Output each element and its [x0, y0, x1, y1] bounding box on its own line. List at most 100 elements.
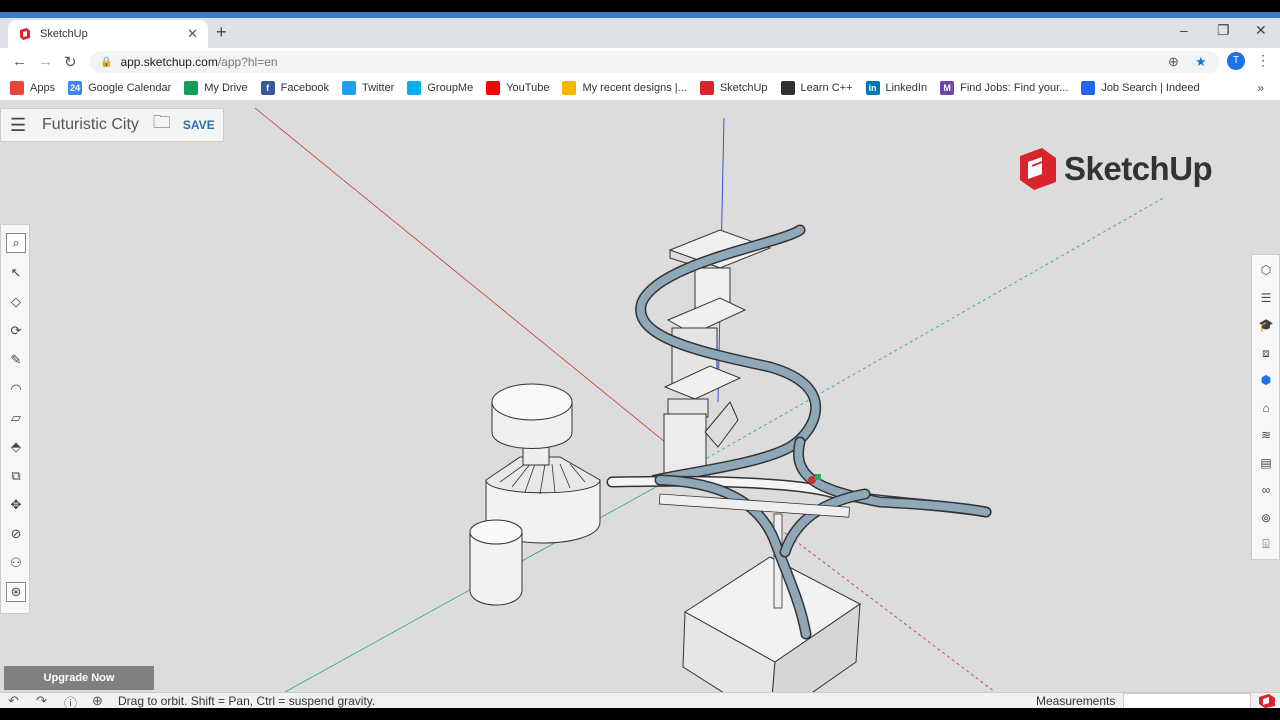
arc-icon[interactable]: ◠ [6, 379, 26, 399]
sketchup-status-icon[interactable] [1258, 693, 1276, 708]
bookmark-item[interactable]: f Facebook [260, 81, 329, 95]
tab-title: SketchUp [40, 28, 88, 40]
bookmark-label: Learn C++ [800, 82, 853, 94]
restore-icon[interactable]: ❐ [1217, 22, 1230, 39]
bookmark-label: Job Search | Indeed [1101, 82, 1200, 94]
help-icon[interactable]: ⓘ [64, 693, 77, 708]
reload-icon[interactable]: ↻ [64, 53, 77, 71]
bookmark-item[interactable]: My recent designs |... [562, 81, 687, 95]
entity-info-icon[interactable]: ⬡ [1257, 261, 1275, 279]
rectangle-icon[interactable]: ▱ [6, 408, 26, 428]
document-header: ☰ Futuristic City 🗀 SAVE [0, 108, 224, 142]
materials-icon[interactable]: ⬢ [1257, 371, 1275, 389]
layers-icon[interactable]: ≋ [1257, 426, 1275, 444]
document-title[interactable]: Futuristic City [42, 116, 139, 134]
forward-icon[interactable]: → [38, 53, 53, 70]
sketchup-logo-icon [1020, 148, 1056, 190]
more-bookmarks-icon[interactable]: » [1257, 81, 1264, 95]
sketchup-logo: SketchUp [1018, 146, 1213, 192]
folder-icon[interactable]: 🗀 [153, 110, 171, 140]
address-row: ← → ↻ 🔒 app.sketchup.com/app?hl=en ⊕ ★ T… [0, 48, 1280, 76]
redo-icon[interactable]: ↷ [36, 693, 47, 708]
menu-icon[interactable]: ☰ [10, 115, 26, 136]
url-path: /app?hl=en [217, 55, 278, 69]
bookmark-item[interactable]: SketchUp [699, 81, 768, 95]
groupme-icon [407, 81, 422, 95]
address-bar[interactable]: 🔒 app.sketchup.com/app?hl=en [90, 51, 1220, 73]
back-icon[interactable]: ← [12, 53, 27, 70]
undo-icon[interactable]: ↶ [8, 693, 19, 708]
axis-gizmo [815, 474, 821, 480]
walk-icon[interactable]: ⚇ [6, 553, 26, 573]
round-building[interactable] [485, 383, 601, 544]
bookmark-label: My Drive [204, 82, 248, 94]
youtube-icon [486, 81, 501, 95]
extensions-icon[interactable]: ⌹ [1257, 535, 1275, 553]
bookmark-item[interactable]: Twitter [341, 81, 395, 95]
move-icon[interactable]: ✥ [6, 495, 26, 515]
tab-bar: SketchUp ✕ + – ❐ ✕ [0, 18, 1280, 48]
base-cube[interactable] [682, 556, 861, 692]
offset-icon[interactable]: ⧉ [6, 466, 26, 486]
sketchup-favicon-icon [20, 28, 30, 40]
save-button[interactable]: SAVE [183, 118, 215, 132]
pencil-icon[interactable]: ✎ [6, 350, 26, 370]
components-icon[interactable]: ⧈ [1257, 344, 1275, 362]
left-toolbar: ⌕ ↖ ◇ ⟳ ✎ ◠ ▱ ⬘ ⧉ ✥ ⊘ ⚇ ⊛ [0, 224, 30, 614]
browser-tab[interactable]: SketchUp ✕ [8, 20, 208, 48]
close-tab-icon[interactable]: ✕ [187, 26, 198, 42]
browser-menu-icon[interactable]: ⋮ [1256, 52, 1270, 69]
styles-icon[interactable]: ⌂ [1257, 399, 1275, 417]
bookmarks-bar: Apps 24 Google Calendar My Drive f Facebook Tw… [0, 76, 1280, 101]
cylinder-building[interactable] [469, 519, 523, 606]
bookmark-label: Find Jobs: Find your... [960, 82, 1069, 94]
measurements-input[interactable] [1123, 693, 1251, 708]
sketchup-icon [699, 81, 714, 95]
bookmark-item[interactable]: My Drive [184, 81, 248, 95]
add-icon[interactable]: ⊕ [1168, 54, 1179, 70]
linkedin-icon: in [865, 81, 880, 95]
bookmark-item[interactable]: GroupMe [407, 81, 473, 95]
twitter-icon [341, 81, 356, 95]
push-pull-icon[interactable]: ⬘ [6, 437, 26, 457]
globe-icon[interactable]: ⊕ [92, 693, 103, 708]
bookmark-item[interactable]: YouTube [486, 81, 549, 95]
bookmark-item[interactable]: 24 Google Calendar [68, 81, 171, 95]
solar-inspector-icon[interactable]: ⊚ [1257, 509, 1275, 527]
bookmark-item[interactable]: M Find Jobs: Find your... [940, 81, 1068, 95]
bookmark-label: Apps [30, 82, 56, 94]
selection-marker [808, 476, 816, 484]
paint-bucket-icon[interactable]: ⟳ [6, 321, 26, 341]
right-toolbar: ⬡ ☰ 🎓 ⧈ ⬢ ⌂ ≋ ▤ ∞ ⊚ ⌹ [1251, 254, 1280, 560]
indeed-icon [1081, 81, 1096, 95]
bookmark-label: My recent designs |... [582, 82, 687, 94]
scenes-icon[interactable]: ▤ [1257, 454, 1275, 472]
bookmark-item[interactable]: Apps [10, 81, 55, 95]
tape-measure-icon[interactable]: ⊘ [6, 524, 26, 544]
new-tab-icon[interactable]: + [216, 22, 227, 43]
profile-avatar[interactable]: T [1227, 52, 1245, 70]
outliner-icon[interactable]: ☰ [1257, 289, 1275, 307]
close-window-icon[interactable]: ✕ [1255, 22, 1267, 39]
select-arrow-icon[interactable]: ↖ [6, 263, 26, 283]
bookmark-star-icon[interactable]: ★ [1195, 54, 1207, 70]
url-host: app.sketchup.com [120, 55, 218, 69]
eraser-icon[interactable]: ◇ [6, 292, 26, 312]
apps-grid-icon [10, 81, 24, 95]
monster-icon: M [940, 81, 955, 95]
drive-icon [184, 81, 199, 95]
logo-text: SketchUp [1064, 150, 1213, 187]
bookmark-label: Twitter [361, 82, 395, 94]
minimize-icon[interactable]: – [1180, 22, 1188, 38]
display-icon[interactable]: ∞ [1257, 481, 1275, 499]
lock-icon: 🔒 [100, 56, 113, 68]
bookmark-item[interactable]: in LinkedIn [865, 81, 927, 95]
upgrade-button[interactable]: Upgrade Now [4, 666, 154, 690]
bookmark-item[interactable]: Job Search | Indeed [1081, 81, 1200, 95]
search-icon[interactable]: ⌕ [6, 233, 26, 253]
orbit-icon[interactable]: ⊛ [6, 582, 26, 602]
instructor-icon[interactable]: 🎓 [1257, 316, 1275, 334]
cpp-icon [780, 81, 795, 95]
modeling-viewport[interactable]: ☰ Futuristic City 🗀 SAVE SketchUp ⌕ ↖ ◇ … [0, 102, 1280, 692]
bookmark-item[interactable]: Learn C++ [780, 81, 853, 95]
